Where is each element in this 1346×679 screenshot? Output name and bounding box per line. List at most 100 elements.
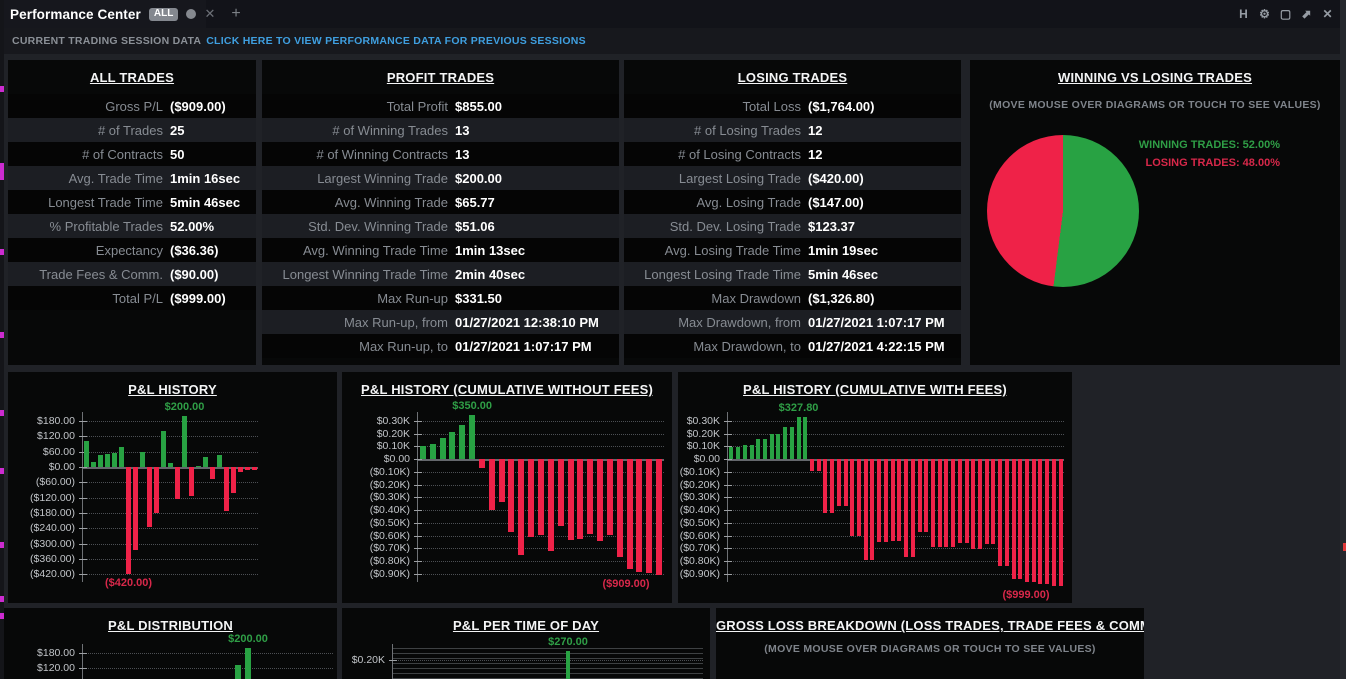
previous-sessions-link[interactable]: CLICK HERE TO VIEW PERFORMANCE DATA FOR … — [206, 35, 586, 47]
bar[interactable] — [478, 459, 485, 469]
bar[interactable] — [971, 459, 976, 550]
bar[interactable] — [616, 459, 623, 557]
bar[interactable] — [182, 415, 187, 467]
bar[interactable] — [910, 459, 915, 558]
bar[interactable] — [756, 439, 761, 460]
bar[interactable] — [538, 459, 544, 535]
bar[interactable] — [488, 459, 495, 510]
bar[interactable] — [810, 459, 814, 472]
bar[interactable] — [789, 427, 794, 460]
bar[interactable] — [742, 444, 747, 460]
bar[interactable] — [235, 665, 241, 679]
restore-window-icon[interactable]: ▢ — [1277, 4, 1294, 24]
bar[interactable] — [830, 459, 835, 514]
bar[interactable] — [154, 466, 159, 514]
instrument-badge[interactable]: ALL — [148, 7, 179, 21]
bar[interactable] — [1058, 459, 1063, 587]
plot-area[interactable]: $200.00 — [79, 633, 333, 679]
bar[interactable] — [998, 459, 1003, 567]
bar[interactable] — [890, 459, 895, 541]
bar[interactable] — [91, 461, 96, 467]
bar[interactable] — [119, 446, 124, 467]
bar[interactable] — [1045, 459, 1050, 585]
bar[interactable] — [736, 446, 741, 460]
bar[interactable] — [1031, 459, 1036, 583]
bar[interactable] — [796, 417, 801, 460]
bar[interactable] — [224, 466, 229, 511]
bar[interactable] — [729, 446, 734, 460]
bar[interactable] — [196, 465, 201, 468]
bar[interactable] — [951, 459, 956, 548]
bar[interactable] — [203, 456, 208, 467]
bar[interactable] — [98, 455, 103, 467]
bar[interactable] — [646, 459, 653, 574]
bar[interactable] — [140, 451, 145, 467]
bar[interactable] — [577, 459, 584, 540]
bar[interactable] — [133, 466, 138, 551]
bar[interactable] — [147, 466, 152, 527]
bar[interactable] — [449, 431, 456, 460]
bar[interactable] — [518, 459, 525, 555]
bar[interactable] — [816, 459, 821, 472]
bar[interactable] — [803, 417, 808, 460]
bar[interactable] — [217, 455, 222, 467]
bar[interactable] — [161, 431, 166, 467]
bar[interactable] — [883, 459, 888, 543]
bar[interactable] — [850, 459, 855, 537]
bar[interactable] — [877, 459, 882, 543]
bar[interactable] — [606, 459, 613, 535]
plot-area[interactable]: $350.00 ($909.00) — [414, 400, 664, 590]
tab-close-icon[interactable]: ✕ — [198, 0, 222, 28]
bar[interactable] — [84, 441, 89, 467]
bar[interactable] — [429, 443, 436, 460]
plot-area[interactable]: $327.80 ($999.00) — [724, 402, 1064, 601]
bar[interactable] — [189, 466, 194, 497]
settings-gear-icon[interactable]: ⚙ — [1256, 4, 1273, 24]
bar[interactable] — [957, 459, 962, 543]
bar[interactable] — [863, 459, 868, 560]
bar[interactable] — [857, 459, 862, 537]
bar[interactable] — [937, 459, 942, 548]
bar[interactable] — [749, 444, 754, 460]
bar[interactable] — [823, 459, 828, 514]
bar[interactable] — [626, 459, 633, 570]
bar[interactable] — [991, 459, 996, 544]
bar[interactable] — [105, 454, 110, 467]
bar[interactable] — [843, 459, 848, 507]
bar[interactable] — [944, 459, 949, 548]
bar[interactable] — [769, 433, 774, 460]
bar[interactable] — [1011, 459, 1016, 580]
new-tab-button[interactable]: + — [224, 0, 248, 28]
winning-losing-pie-chart[interactable] — [987, 135, 1139, 287]
bar[interactable] — [168, 463, 173, 467]
bar[interactable] — [924, 459, 929, 533]
bar[interactable] — [783, 427, 788, 460]
plot-area[interactable]: $270.00 — [389, 636, 703, 679]
bar[interactable] — [252, 466, 257, 470]
bar[interactable] — [245, 647, 251, 679]
bar[interactable] — [917, 459, 922, 533]
bar[interactable] — [459, 424, 466, 460]
bar[interactable] — [964, 459, 969, 543]
bar[interactable] — [469, 414, 476, 460]
popout-icon[interactable]: ⬈ — [1298, 4, 1315, 24]
bar[interactable] — [566, 651, 570, 679]
bar[interactable] — [419, 446, 426, 460]
bar[interactable] — [930, 459, 935, 548]
bar[interactable] — [126, 466, 131, 575]
bar[interactable] — [245, 466, 250, 471]
close-icon[interactable]: ✕ — [1319, 4, 1336, 24]
bar[interactable] — [897, 459, 902, 541]
h-button[interactable]: H — [1235, 4, 1252, 24]
bar[interactable] — [231, 466, 236, 493]
bar[interactable] — [762, 439, 767, 460]
bar[interactable] — [1038, 459, 1043, 585]
bar[interactable] — [836, 459, 841, 507]
bar[interactable] — [175, 466, 180, 500]
bar[interactable] — [587, 459, 594, 535]
bar[interactable] — [508, 459, 515, 532]
bar[interactable] — [238, 466, 243, 472]
bar[interactable] — [984, 459, 989, 544]
bar[interactable] — [904, 459, 909, 558]
bar[interactable] — [547, 459, 554, 552]
